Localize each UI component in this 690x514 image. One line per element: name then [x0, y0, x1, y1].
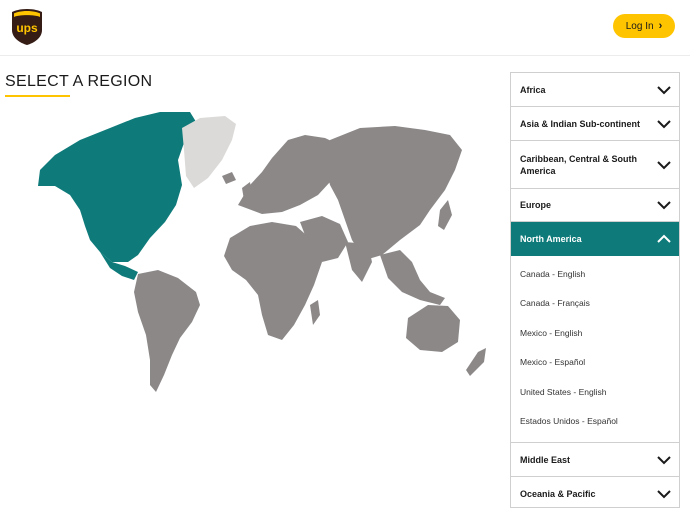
map-japan[interactable]: [438, 200, 452, 230]
locale-link-estados-unidos-espanol[interactable]: Estados Unidos - Español: [511, 407, 679, 436]
region-label: Oceania & Pacific: [520, 489, 596, 500]
chevron-down-icon: [657, 201, 671, 210]
region-label: Europe: [520, 200, 552, 210]
chevron-down-icon: [657, 490, 671, 499]
ups-logo[interactable]: ups: [11, 8, 43, 46]
chevron-up-icon: [657, 234, 671, 243]
page-title: SELECT A REGION: [5, 73, 153, 90]
locale-link-mexico-espanol[interactable]: Mexico - Español: [511, 348, 679, 377]
map-madagascar[interactable]: [310, 300, 320, 325]
region-label: Africa: [520, 84, 546, 95]
region-africa[interactable]: Africa: [511, 73, 679, 107]
chevron-down-icon: [657, 85, 671, 94]
chevron-down-icon: [657, 160, 671, 169]
locale-link-canada-english[interactable]: Canada - English: [511, 260, 679, 289]
chevron-right-icon: ›: [658, 20, 663, 32]
region-accordion: Africa Asia & Indian Sub-continent Carib…: [510, 72, 680, 508]
region-oceania-pacific[interactable]: Oceania & Pacific: [511, 477, 679, 507]
map-australia[interactable]: [406, 305, 460, 352]
region-europe[interactable]: Europe: [511, 189, 679, 222]
region-caribbean-central-south-america[interactable]: Caribbean, Central & South America: [511, 141, 679, 189]
login-label: Log In: [625, 20, 654, 32]
locale-link-canada-francais[interactable]: Canada - Français: [511, 289, 679, 318]
site-header: ups Log In ›: [0, 0, 690, 56]
map-southeast-asia[interactable]: [380, 250, 445, 305]
login-button[interactable]: Log In ›: [613, 14, 675, 38]
logo-text: ups: [16, 21, 38, 35]
title-underline: [5, 95, 70, 97]
world-map: [38, 112, 486, 392]
map-europe[interactable]: [238, 135, 342, 214]
map-iceland[interactable]: [222, 172, 236, 184]
map-india[interactable]: [345, 242, 372, 282]
region-middle-east[interactable]: Middle East: [511, 443, 679, 478]
region-north-america[interactable]: North America: [511, 222, 679, 256]
region-label: Asia & Indian Sub-continent: [520, 118, 641, 129]
locale-link-united-states-english[interactable]: United States - English: [511, 378, 679, 407]
map-north-america[interactable]: [38, 112, 198, 262]
map-south-america[interactable]: [134, 270, 200, 392]
region-asia[interactable]: Asia & Indian Sub-continent: [511, 107, 679, 141]
region-label: Caribbean, Central & South America: [520, 153, 638, 176]
north-america-locale-list: Canada - English Canada - Français Mexic…: [511, 256, 679, 444]
locale-link-mexico-english[interactable]: Mexico - English: [511, 319, 679, 348]
chevron-down-icon: [657, 456, 671, 465]
region-label: Middle East: [520, 454, 571, 465]
map-new-zealand[interactable]: [466, 348, 486, 376]
chevron-down-icon: [657, 119, 671, 128]
region-label: North America: [520, 234, 582, 244]
